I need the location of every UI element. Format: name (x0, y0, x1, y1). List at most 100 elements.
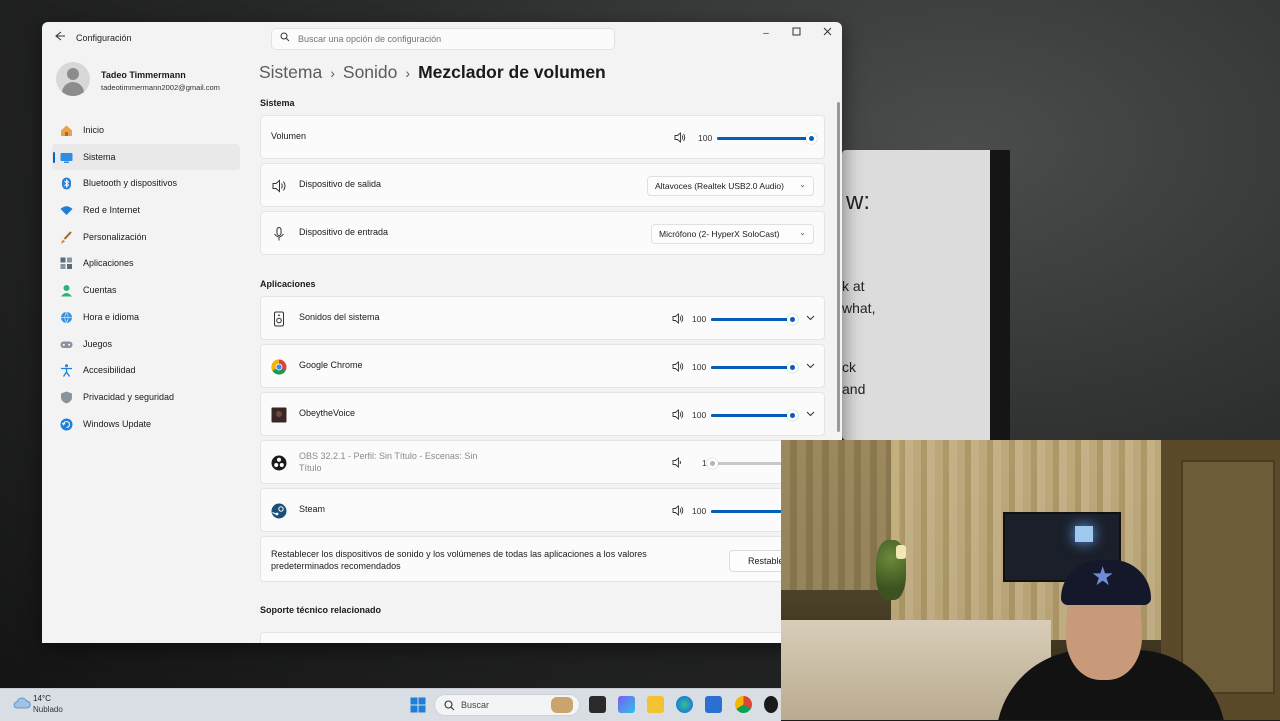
steam-icon (271, 503, 287, 519)
search-icon (444, 700, 455, 711)
maximize-icon (792, 27, 800, 36)
webcam-overlay: ★ (781, 440, 1280, 720)
expand-button[interactable] (803, 360, 817, 374)
slider-thumb[interactable] (787, 410, 798, 421)
copilot-icon[interactable] (618, 696, 635, 713)
wifi-icon (60, 206, 73, 216)
output-device-dropdown[interactable]: Altavoces (Realtek USB2.0 Audio) ⌄ (647, 176, 814, 196)
chrome-icon (271, 359, 287, 375)
title-bar: Configuración – (42, 22, 842, 54)
app-row-obeythevoice: ObeytheVoice 100 (260, 392, 825, 436)
store-icon[interactable] (705, 696, 722, 713)
reset-text: Restablecer los dispositivos de sonido y… (271, 549, 647, 571)
windows-start-icon[interactable] (410, 697, 426, 713)
expand-button[interactable] (803, 408, 817, 422)
sidebar-item-label: Juegos (83, 338, 113, 349)
speaker-muted-icon[interactable] (672, 457, 684, 468)
section-title-sistema: Sistema (260, 98, 295, 108)
slider-fill (717, 137, 811, 140)
sidebar-item-inicio[interactable]: Inicio (52, 117, 240, 144)
account-icon (61, 285, 72, 297)
app-volume-slider[interactable] (706, 458, 792, 469)
background-text: what, (842, 300, 876, 316)
sidebar-item-windows-update[interactable]: Windows Update (52, 411, 240, 438)
master-volume-card: Volumen 100 (260, 115, 825, 159)
maximize-button[interactable] (785, 26, 807, 42)
slider-fill (711, 318, 792, 321)
sidebar-item-hora[interactable]: Hora e idioma (52, 304, 240, 331)
settings-search[interactable] (271, 28, 615, 50)
edge-icon[interactable] (676, 696, 693, 713)
sidebar-item-bluetooth[interactable]: Bluetooth y dispositivos (52, 170, 240, 197)
search-input[interactable] (298, 31, 598, 46)
expand-button[interactable] (803, 312, 817, 326)
avatar (56, 62, 90, 96)
sidebar-item-cuentas[interactable]: Cuentas (52, 277, 240, 304)
sidebar-item-aplicaciones[interactable]: Aplicaciones (52, 250, 240, 277)
background-text: ck (842, 359, 856, 375)
slider-thumb[interactable] (706, 458, 718, 469)
close-button[interactable] (816, 26, 838, 42)
breadcrumb-sonido[interactable]: Sonido (343, 62, 398, 82)
slider-thumb[interactable] (787, 314, 798, 325)
sidebar-item-privacidad[interactable]: Privacidad y seguridad (52, 384, 240, 411)
sidebar-item-personalizacion[interactable]: Personalización (52, 224, 240, 251)
speaker-icon[interactable] (672, 505, 684, 516)
slider-fill (711, 414, 792, 417)
sidebar-item-label: Personalización (83, 231, 147, 242)
globe-icon (61, 311, 72, 324)
app-name: ObeytheVoice (299, 408, 356, 418)
app-name: Steam (299, 504, 326, 514)
input-device-value: Micrófono (2- HyperX SoloCast) (659, 229, 780, 239)
slider-thumb[interactable] (787, 362, 798, 373)
taskbar-search[interactable]: Buscar (434, 694, 580, 716)
app-volume-value: 100 (692, 506, 707, 516)
speaker-icon[interactable] (674, 132, 686, 143)
app-volume-value: 100 (692, 362, 707, 372)
scrollbar[interactable] (837, 102, 840, 432)
chrome-icon[interactable] (735, 696, 752, 713)
obs-icon[interactable] (764, 696, 778, 713)
profile-name: Tadeo Timmermann (101, 70, 186, 80)
input-device-dropdown[interactable]: Micrófono (2- HyperX SoloCast) ⌄ (651, 224, 814, 244)
master-volume-slider[interactable] (717, 133, 817, 144)
breadcrumb-separator: › (405, 65, 411, 81)
sidebar-item-red[interactable]: Red e Internet (52, 197, 240, 224)
chevron-down-icon: ⌄ (799, 180, 806, 189)
task-view-icon[interactable] (589, 696, 606, 713)
sidebar-item-sistema[interactable]: Sistema (52, 143, 240, 171)
sidebar-item-label: Windows Update (83, 418, 152, 429)
app-volume-slider[interactable] (711, 506, 798, 517)
weather-temperature[interactable]: 14°C (33, 694, 51, 703)
app-volume-slider[interactable] (711, 410, 798, 421)
cloud-icon[interactable] (12, 695, 32, 711)
support-card[interactable] (260, 632, 825, 643)
system-icon (60, 152, 73, 163)
breadcrumb-separator: › (330, 65, 335, 81)
speaker-icon[interactable] (672, 409, 684, 420)
app-volume-slider[interactable] (711, 362, 798, 373)
microphone-icon (274, 227, 284, 241)
sidebar-item-juegos[interactable]: Juegos (52, 331, 240, 358)
sidebar-item-label: Cuentas (83, 285, 117, 296)
speaker-icon[interactable] (672, 313, 684, 324)
star-icon: ★ (1091, 561, 1115, 591)
section-title-aplicaciones: Aplicaciones (260, 279, 316, 289)
background-window: w: k at what, ck and (842, 150, 1002, 440)
minimize-button[interactable]: – (755, 26, 777, 42)
app-volume-value: 100 (692, 314, 707, 324)
sidebar-item-accesibilidad[interactable]: Accesibilidad (52, 357, 240, 384)
home-icon (61, 125, 72, 136)
slider-fill (711, 510, 792, 513)
sidebar-item-label: Red e Internet (83, 205, 141, 216)
app-row-google-chrome: Google Chrome 100 (260, 344, 825, 388)
app-volume-slider[interactable] (711, 314, 798, 325)
speaker-icon[interactable] (672, 361, 684, 372)
volume-label: Volumen (271, 131, 307, 141)
file-explorer-icon[interactable] (647, 696, 664, 713)
breadcrumb-sistema[interactable]: Sistema (259, 62, 322, 82)
weather-condition[interactable]: Nublado (33, 705, 63, 714)
back-button[interactable] (52, 30, 68, 46)
sidebar-item-label: Aplicaciones (83, 258, 134, 269)
slider-thumb[interactable] (806, 133, 817, 144)
